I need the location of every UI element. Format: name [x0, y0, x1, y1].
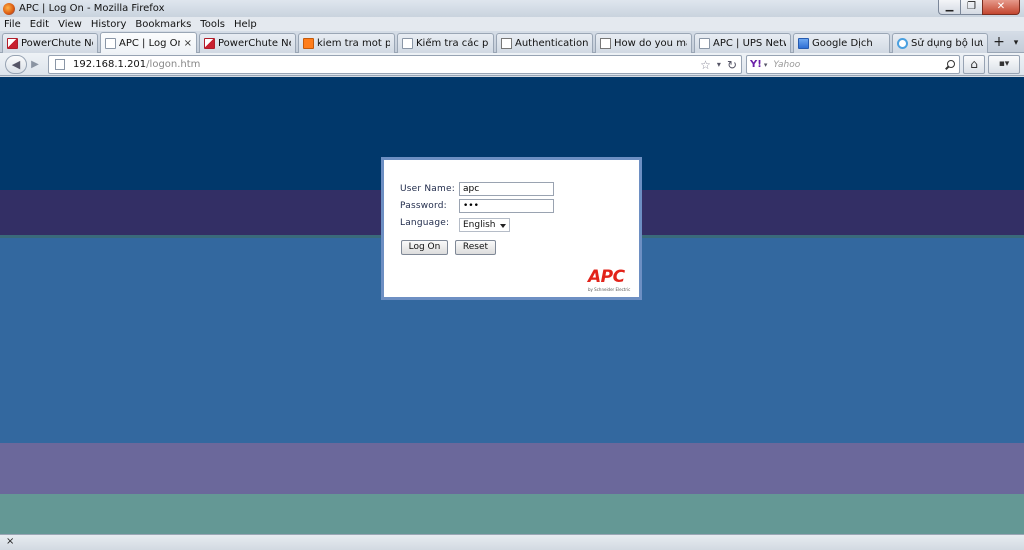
tab-label: APC | Log On [119, 38, 180, 49]
tab-label: How do you mak... [614, 38, 687, 49]
tab-strip: PowerChute Net... APC | Log On × PowerCh… [0, 31, 1024, 54]
loading-icon [897, 38, 908, 49]
menu-help[interactable]: Help [234, 19, 257, 30]
new-tab-button[interactable]: + [990, 34, 1008, 52]
url-bar[interactable]: 192.168.1.201 /logon.htm ☆ ▾ ↻ [48, 55, 742, 74]
search-bar[interactable]: Y! ▾ Yahoo [746, 55, 960, 74]
apc-logo-subtitle: by Schneider Electric [588, 287, 631, 292]
tab-apc-logon[interactable]: APC | Log On × [100, 32, 197, 54]
document-icon [600, 38, 611, 49]
menu-history[interactable]: History [91, 19, 127, 30]
url-host: 192.168.1.201 [73, 59, 147, 70]
menu-tools[interactable]: Tools [200, 19, 225, 30]
blogger-icon [303, 38, 314, 49]
language-select[interactable]: English [459, 218, 510, 232]
dropdown-arrow-icon [500, 224, 506, 228]
language-label: Language: [400, 218, 450, 228]
menu-bookmarks[interactable]: Bookmarks [135, 19, 191, 30]
tab-kiem-tra-mot-port[interactable]: kiem tra mot port... [298, 33, 395, 53]
search-engine-dropdown-icon[interactable]: ▾ [764, 61, 768, 69]
tab-su-dung-bo-luu[interactable]: Sử dụng bộ lưu đi... [892, 33, 988, 53]
tab-label: kiem tra mot port... [317, 38, 390, 49]
document-icon [501, 38, 512, 49]
home-button[interactable]: ⌂ [963, 55, 985, 74]
menu-view[interactable]: View [58, 19, 82, 30]
maximize-button[interactable]: ❐ [960, 0, 982, 15]
reset-button[interactable]: Reset [455, 240, 496, 255]
blank-page-icon [105, 38, 116, 49]
title-bar: APC | Log On - Mozilla Firefox ▁ ❐ ✕ [0, 0, 1024, 17]
tab-label: Authentication Fa... [515, 38, 588, 49]
close-addon-bar-icon[interactable]: × [6, 536, 14, 547]
forward-button[interactable]: ▶ [27, 57, 43, 72]
language-value: English [463, 220, 496, 230]
powerchute-icon [7, 38, 18, 49]
yahoo-icon[interactable]: Y! [750, 59, 762, 70]
tab-powerchute-2[interactable]: PowerChute Net... [199, 33, 296, 53]
page-content: User Name: Password: ••• Language: Engli… [0, 77, 1024, 534]
blank-page-icon [402, 38, 413, 49]
tab-authentication[interactable]: Authentication Fa... [496, 33, 593, 53]
tab-label: Kiểm tra các port ... [416, 38, 489, 49]
background-band-teal [0, 494, 1024, 534]
tab-label: Google Dịch [812, 38, 873, 49]
google-translate-icon [798, 38, 809, 49]
addon-menu-button[interactable]: ▪▾ [988, 55, 1020, 74]
log-on-button[interactable]: Log On [401, 240, 448, 255]
tab-label: APC | UPS Networ... [713, 38, 786, 49]
tab-label: PowerChute Net... [218, 38, 291, 49]
user-name-input[interactable] [459, 182, 554, 196]
tab-powerchute-1[interactable]: PowerChute Net... [2, 33, 98, 53]
menu-edit[interactable]: Edit [30, 19, 49, 30]
minimize-button[interactable]: ▁ [938, 0, 960, 15]
url-history-dropdown-icon[interactable]: ▾ [717, 60, 721, 69]
tab-google-dich[interactable]: Google Dịch [793, 33, 890, 53]
menu-file[interactable]: File [4, 19, 21, 30]
password-label: Password: [400, 201, 447, 211]
close-window-button[interactable]: ✕ [982, 0, 1020, 15]
menu-bar: File Edit View History Bookmarks Tools H… [0, 17, 1024, 31]
user-name-label: User Name: [400, 184, 455, 194]
firefox-icon [3, 2, 15, 15]
navigation-bar: ◀ ▶ 192.168.1.201 /logon.htm ☆ ▾ ↻ Y! ▾ … [0, 53, 1024, 76]
window-controls: ▁ ❐ ✕ [938, 0, 1020, 15]
tab-apc-ups-network[interactable]: APC | UPS Networ... [694, 33, 791, 53]
tab-label: PowerChute Net... [21, 38, 93, 49]
tab-how-do-you-make[interactable]: How do you mak... [595, 33, 692, 53]
password-input[interactable]: ••• [459, 199, 554, 213]
bookmark-star-icon[interactable]: ☆ [700, 58, 711, 72]
tab-kiem-tra-cac-port[interactable]: Kiểm tra các port ... [397, 33, 494, 53]
url-path: /logon.htm [146, 59, 201, 70]
status-bar: × [0, 534, 1024, 550]
background-band-purple [0, 443, 1024, 494]
powerchute-icon [204, 38, 215, 49]
blank-page-icon [699, 38, 710, 49]
close-tab-icon[interactable]: × [180, 38, 192, 49]
apc-logo: APC [588, 267, 625, 287]
search-input[interactable]: Yahoo [773, 60, 800, 70]
back-button[interactable]: ◀ [5, 55, 27, 74]
search-icon[interactable] [945, 59, 955, 70]
window-title: APC | Log On - Mozilla Firefox [19, 3, 165, 14]
tab-label: Sử dụng bộ lưu đi... [911, 38, 983, 49]
logon-dialog: User Name: Password: ••• Language: Engli… [381, 157, 642, 300]
reload-icon[interactable]: ↻ [727, 58, 737, 72]
page-icon [55, 59, 65, 70]
list-all-tabs-button[interactable]: ▾ [1010, 34, 1022, 52]
